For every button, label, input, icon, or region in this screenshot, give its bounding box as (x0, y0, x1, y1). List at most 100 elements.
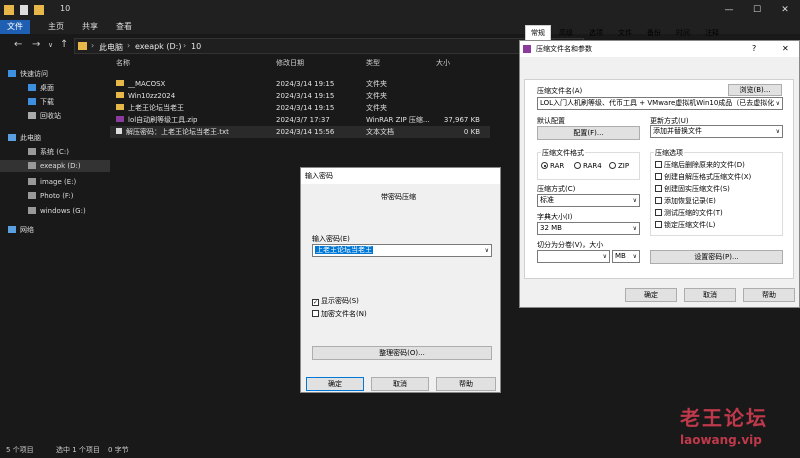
column-header-date[interactable]: 修改日期 (276, 58, 304, 68)
profiles-button[interactable]: 配置(F)... (537, 126, 640, 140)
option-recovery-record[interactable]: 添加恢复记录(E) (655, 196, 716, 206)
compression-method-label: 压缩方式(C) (537, 185, 576, 193)
tab-file[interactable]: 文件 (0, 20, 30, 34)
tab-options[interactable]: 选项 (583, 26, 609, 40)
chevron-down-icon[interactable]: ∨ (633, 251, 637, 262)
navigation-pane: 快速访问 桌面 下载 回收站 此电脑 exeapk (D:) 系统 (C:) i… (0, 60, 110, 438)
breadcrumb[interactable]: › 此电脑 › exeapk (D:) › 10 (74, 38, 584, 54)
breadcrumb-this-pc[interactable]: 此电脑 (99, 42, 123, 53)
up-arrow-icon[interactable]: ↑ (60, 39, 68, 50)
ok-button[interactable]: 确定 (625, 288, 677, 302)
compression-method-select[interactable]: 标准 ∨ (537, 194, 640, 207)
format-zip-radio[interactable]: ZIP (609, 162, 629, 170)
format-rar4-radio[interactable]: RAR4 (574, 162, 602, 170)
breadcrumb-drive[interactable]: exeapk (D:) (135, 42, 181, 51)
chevron-down-icon[interactable]: ∨ (776, 126, 780, 137)
recent-chevron-icon[interactable]: ∨ (48, 41, 53, 49)
format-rar-radio[interactable]: RAR (541, 162, 564, 170)
tab-advanced[interactable]: 高级 (553, 26, 579, 40)
sidebar-item-this-pc[interactable]: 此电脑 (8, 132, 41, 144)
tab-backup[interactable]: 备份 (641, 26, 667, 40)
sidebar-item-downloads[interactable]: 下载 (28, 96, 54, 108)
browse-button[interactable]: 浏览(B)... (728, 84, 782, 96)
sidebar-item-image-e[interactable]: image (E:) (28, 176, 76, 188)
archive-name-input[interactable]: LOL入门人机刷等级、代币工具 + VMware虚拟机Win10成品（已去虚拟化… (537, 97, 783, 110)
tab-comment[interactable]: 注释 (699, 26, 725, 40)
table-row[interactable]: Win10zz2024 2024/3/14 19:15 文件夹 (110, 90, 490, 102)
option-create-sfx[interactable]: 创建自解压格式压缩文件(X) (655, 172, 751, 182)
minimize-button[interactable]: — (722, 3, 736, 17)
watermark: 老王论坛 laowang.vip (680, 402, 768, 447)
split-size-input[interactable]: ∨ (537, 250, 610, 263)
sidebar-item-exeapk-d[interactable]: exeapk (D:) (0, 160, 110, 172)
breadcrumb-folder[interactable]: 10 (191, 42, 201, 51)
watermark-url: laowang.vip (680, 433, 762, 447)
update-mode-select[interactable]: 添加并替换文件 ∨ (650, 125, 783, 138)
network-icon (8, 226, 16, 233)
help-button[interactable]: 帮助 (743, 288, 795, 302)
radio-selected-icon (541, 162, 548, 169)
archive-options-label: 压缩选项 (654, 148, 684, 158)
tab-share[interactable]: 共享 (82, 20, 98, 34)
back-arrow-icon[interactable]: ← (14, 39, 22, 50)
maximize-button[interactable]: ☐ (750, 3, 764, 17)
new-folder-icon[interactable] (34, 5, 44, 15)
cancel-button[interactable]: 取消 (684, 288, 736, 302)
sidebar-item-system-c[interactable]: 系统 (C:) (28, 146, 69, 158)
default-profile-label: 默认配置 (537, 117, 565, 125)
set-password-button[interactable]: 设置密码(P)... (650, 250, 783, 264)
tab-home[interactable]: 主页 (48, 20, 64, 34)
close-button[interactable]: ✕ (778, 3, 792, 17)
column-header-name[interactable]: 名称 (116, 58, 130, 68)
cancel-button[interactable]: 取消 (371, 377, 429, 391)
chevron-down-icon[interactable]: ∨ (633, 195, 637, 206)
help-button[interactable]: 帮助 (436, 377, 496, 391)
chevron-down-icon[interactable]: ∨ (773, 98, 780, 109)
password-input[interactable]: 上老王论坛当老王 ∨ (312, 244, 492, 257)
watermark-title: 老王论坛 (680, 406, 768, 430)
chevron-down-icon[interactable]: ∨ (485, 245, 489, 256)
checkbox-icon (655, 209, 662, 216)
forward-arrow-icon[interactable]: → (32, 39, 40, 50)
dictionary-size-select[interactable]: 32 MB ∨ (537, 222, 640, 235)
encrypt-filenames-checkbox[interactable]: 加密文件名(N) (312, 309, 367, 319)
tab-files[interactable]: 文件 (612, 26, 638, 40)
column-header-size[interactable]: 大小 (436, 58, 450, 68)
chevron-down-icon[interactable]: ∨ (603, 251, 607, 262)
show-password-checkbox[interactable]: ✓ 显示密码(S) (312, 296, 359, 306)
drive-icon (28, 162, 36, 169)
option-solid[interactable]: 创建固实压缩文件(S) (655, 184, 730, 194)
sidebar-item-photo-f[interactable]: Photo (F:) (28, 190, 74, 202)
option-delete-after[interactable]: 压缩后删除原来的文件(D) (655, 160, 745, 170)
table-row[interactable]: 上老王论坛当老王 2024/3/14 19:15 文件夹 (110, 102, 490, 114)
sidebar-item-recycle-bin[interactable]: 回收站 (28, 110, 61, 122)
tab-time[interactable]: 时间 (670, 26, 696, 40)
ok-button[interactable]: 确定 (306, 377, 364, 391)
option-lock-archive[interactable]: 锁定压缩文件(L) (655, 220, 715, 230)
checkbox-icon (655, 197, 662, 204)
sidebar-item-network[interactable]: 网络 (8, 224, 34, 236)
split-unit-select[interactable]: MB ∨ (612, 250, 640, 263)
checkbox-icon (655, 161, 662, 168)
column-header-type[interactable]: 类型 (366, 58, 380, 68)
zip-archive-icon (116, 116, 124, 122)
option-test-files[interactable]: 测试压缩的文件(T) (655, 208, 723, 218)
chevron-right-icon: › (127, 41, 131, 50)
table-row[interactable]: 解压密码：上老王论坛当老王.txt 2024/3/14 15:56 文本文档 0… (110, 126, 490, 138)
sidebar-item-desktop[interactable]: 桌面 (28, 82, 54, 94)
archive-format-label: 压缩文件格式 (541, 148, 585, 158)
tab-general[interactable]: 常规 (525, 25, 551, 40)
organize-passwords-button[interactable]: 整理密码(O)... (312, 346, 492, 360)
sidebar-item-quick-access[interactable]: 快速访问 (8, 68, 48, 80)
table-row[interactable]: __MACOSX 2024/3/14 19:15 文件夹 (110, 78, 490, 90)
table-row[interactable]: lol自动刷等级工具.zip 2024/3/7 17:37 WinRAR ZIP… (110, 114, 490, 126)
tab-view[interactable]: 查看 (116, 20, 132, 34)
title-bar: 10 — ☐ ✕ (0, 0, 800, 20)
sidebar-item-windows-g[interactable]: windows (G:) (28, 205, 86, 217)
help-question-button[interactable]: ? (752, 44, 756, 53)
close-button[interactable]: ✕ (782, 44, 789, 53)
chevron-down-icon[interactable]: ∨ (633, 223, 637, 234)
properties-icon[interactable] (20, 5, 28, 15)
computer-icon (8, 134, 16, 141)
archive-name-label: 压缩文件名(A) (537, 87, 583, 95)
